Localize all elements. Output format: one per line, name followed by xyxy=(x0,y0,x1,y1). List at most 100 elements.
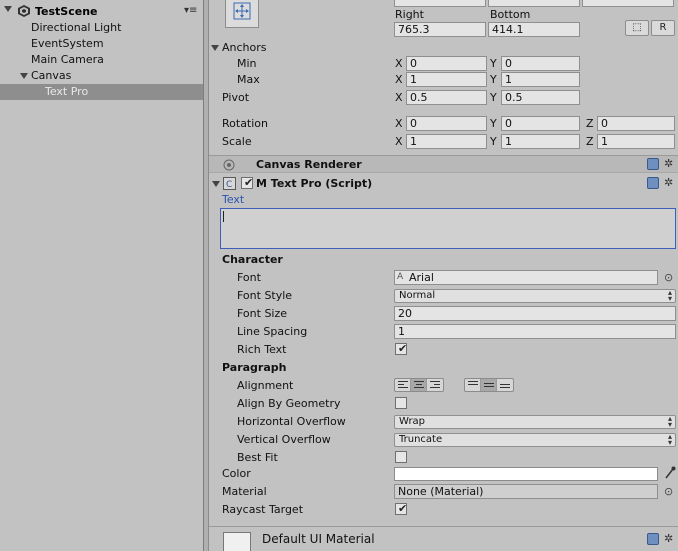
hierarchy-panel: TestScene ▾≡ Directional Light EventSyst… xyxy=(0,0,204,551)
anchor-min-label: Min xyxy=(237,57,257,70)
vertical-overflow-value: Truncate xyxy=(399,434,443,445)
scale-x-field[interactable]: 1 xyxy=(406,134,487,149)
dropdown-arrows-icon: ▴ ▾ xyxy=(667,432,672,447)
canvas-renderer-title: Canvas Renderer xyxy=(256,158,362,171)
pivot-label: Pivot xyxy=(222,91,250,104)
hierarchy-item-label: Canvas xyxy=(31,69,72,82)
hierarchy-item-eventsystem[interactable]: EventSystem xyxy=(0,36,203,52)
align-middle-button[interactable] xyxy=(481,379,497,391)
material-field[interactable]: None (Material) xyxy=(394,484,658,499)
best-fit-checkbox[interactable] xyxy=(395,451,407,463)
font-style-dropdown[interactable]: Normal ▴ ▾ xyxy=(394,289,676,303)
hierarchy-item-label: Main Camera xyxy=(31,53,104,66)
scene-row[interactable]: TestScene ▾≡ xyxy=(0,2,203,20)
canvas-renderer-eye-icon xyxy=(223,159,235,171)
script-help-icon[interactable] xyxy=(647,177,659,189)
material-help-icon[interactable] xyxy=(647,533,659,545)
text-area[interactable] xyxy=(220,208,676,249)
canvas-renderer-gear-icon[interactable]: ✲ xyxy=(664,157,673,170)
anchor-max-y-field[interactable]: 1 xyxy=(501,72,580,87)
bottom-field[interactable]: 414.1 xyxy=(488,22,580,37)
scene-title: TestScene xyxy=(35,5,98,18)
checkmark-icon: ✔ xyxy=(398,342,408,355)
dropdown-arrows-icon: ▴ ▾ xyxy=(667,288,672,303)
script-enabled-checkbox[interactable]: ✔ xyxy=(241,176,253,189)
scene-menu-icon[interactable]: ▾≡ xyxy=(184,5,197,16)
material-picker-icon[interactable]: ⊙ xyxy=(664,485,673,498)
anchor-min-x-axis: X xyxy=(395,57,403,70)
canvas-renderer-help-icon[interactable] xyxy=(647,158,659,170)
rotation-label: Rotation xyxy=(222,117,269,130)
vertical-alignment-group xyxy=(464,378,514,392)
eyedropper-icon[interactable] xyxy=(664,466,676,480)
align-top-icon xyxy=(468,381,478,387)
align-top-button[interactable] xyxy=(465,379,481,391)
hierarchy-item-directional-light[interactable]: Directional Light xyxy=(0,20,203,36)
canvas-expand-triangle-icon[interactable] xyxy=(20,73,28,79)
right-field[interactable]: 765.3 xyxy=(394,22,486,37)
rotation-x-field[interactable]: 0 xyxy=(406,116,487,131)
scene-expand-triangle-icon[interactable] xyxy=(4,6,12,12)
anchor-min-y-field[interactable]: 0 xyxy=(501,56,580,71)
font-size-field[interactable]: 20 xyxy=(394,306,676,321)
text-caret xyxy=(223,211,224,222)
horizontal-overflow-value: Wrap xyxy=(399,416,426,427)
vertical-overflow-label: Vertical Overflow xyxy=(237,433,331,446)
dropdown-arrows-icon: ▴ ▾ xyxy=(667,414,672,429)
anchor-max-label: Max xyxy=(237,73,260,86)
horizontal-overflow-dropdown[interactable]: Wrap ▴ ▾ xyxy=(394,415,676,429)
scale-y-field[interactable]: 1 xyxy=(501,134,580,149)
anchors-foldout-icon[interactable] xyxy=(211,45,219,51)
scale-z-axis: Z xyxy=(586,135,594,148)
top-field[interactable] xyxy=(488,0,580,7)
pivot-x-axis: X xyxy=(395,91,403,104)
align-right-button[interactable] xyxy=(427,379,443,391)
anchor-max-x-axis: X xyxy=(395,73,403,86)
pivot-y-field[interactable]: 0.5 xyxy=(501,90,580,105)
align-left-button[interactable] xyxy=(395,379,411,391)
color-swatch[interactable] xyxy=(394,467,658,481)
script-gear-icon[interactable]: ✲ xyxy=(664,176,673,189)
font-value: Arial xyxy=(409,271,434,284)
material-preview-thumbnail[interactable] xyxy=(223,532,251,551)
align-bottom-button[interactable] xyxy=(497,379,513,391)
align-middle-icon xyxy=(484,383,494,389)
hierarchy-item-canvas[interactable]: Canvas xyxy=(0,68,203,84)
rotation-y-field[interactable]: 0 xyxy=(501,116,580,131)
hierarchy-item-main-camera[interactable]: Main Camera xyxy=(0,52,203,68)
material-footer-title: Default UI Material xyxy=(262,532,375,546)
font-asset-icon: A xyxy=(397,272,404,282)
raycast-target-checkbox[interactable]: ✔ xyxy=(395,502,408,515)
paragraph-header: Paragraph xyxy=(222,361,287,374)
scale-label: Scale xyxy=(222,135,252,148)
pivot-x-field[interactable]: 0.5 xyxy=(406,90,487,105)
anchor-max-x-field[interactable]: 1 xyxy=(406,72,487,87)
anchor-preset-button[interactable] xyxy=(225,0,259,28)
font-picker-icon[interactable]: ⊙ xyxy=(664,271,673,284)
align-by-geometry-checkbox[interactable] xyxy=(395,397,407,409)
inspector-panel: Right Bottom 765.3 414.1 ⬚ R Anchors Min… xyxy=(209,0,678,551)
script-foldout-icon[interactable] xyxy=(212,181,220,187)
pos-z-field[interactable] xyxy=(582,0,674,7)
rich-text-checkbox[interactable]: ✔ xyxy=(395,342,408,355)
material-label: Material xyxy=(222,485,267,498)
canvas-renderer-header[interactable]: Canvas Renderer ✲ xyxy=(209,155,678,173)
font-label: Font xyxy=(237,271,261,284)
text-label: Text xyxy=(222,193,245,206)
raw-edit-button[interactable]: R xyxy=(651,20,675,36)
character-header: Character xyxy=(222,253,283,266)
hierarchy-item-text-pro[interactable]: Text Pro xyxy=(0,84,203,100)
line-spacing-label: Line Spacing xyxy=(237,325,308,338)
material-gear-icon[interactable]: ✲ xyxy=(664,532,673,545)
font-field[interactable]: A Arial xyxy=(394,270,658,285)
checkmark-icon: ✔ xyxy=(398,502,408,515)
scale-z-field[interactable]: 1 xyxy=(597,134,675,149)
font-size-label: Font Size xyxy=(237,307,288,320)
left-field[interactable] xyxy=(394,0,486,7)
rotation-z-field[interactable]: 0 xyxy=(597,116,675,131)
anchor-min-x-field[interactable]: 0 xyxy=(406,56,487,71)
line-spacing-field[interactable]: 1 xyxy=(394,324,676,339)
vertical-overflow-dropdown[interactable]: Truncate ▴ ▾ xyxy=(394,433,676,447)
align-center-button[interactable] xyxy=(411,379,427,391)
blueprint-mode-button[interactable]: ⬚ xyxy=(625,20,649,36)
